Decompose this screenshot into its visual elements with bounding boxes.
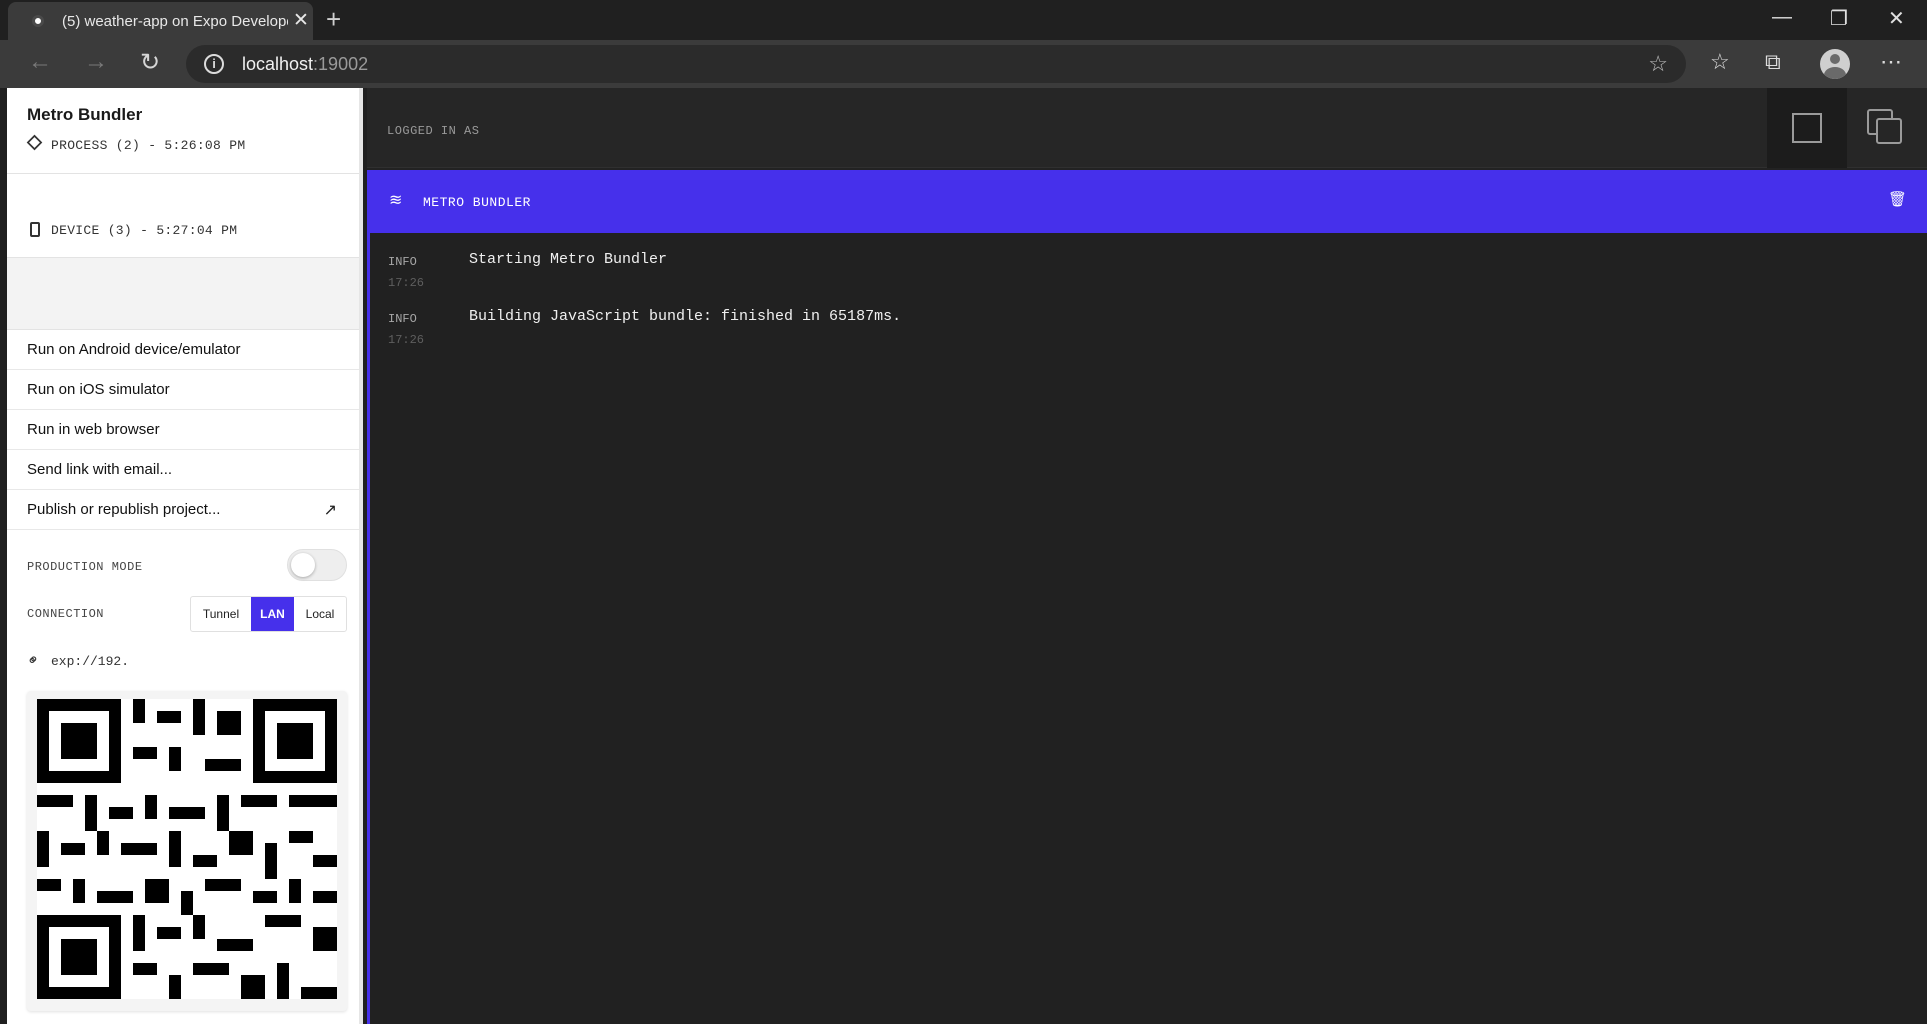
- menu-label: Run on Android device/emulator: [27, 341, 241, 358]
- main-panel: LOGGED IN AS ≋ METRO BUNDLER 🗑 INFO 17:2…: [367, 88, 1927, 1024]
- log-entry: INFO 17:26 Building JavaScript bundle: f…: [370, 302, 1870, 358]
- single-panel-layout-button[interactable]: [1767, 88, 1847, 168]
- link-icon: ⚭: [23, 649, 45, 671]
- log-time: 17:26: [388, 276, 425, 290]
- forward-icon[interactable]: →: [84, 48, 108, 76]
- connection-tunnel-button[interactable]: Tunnel: [191, 597, 251, 631]
- panel-title: METRO BUNDLER: [423, 195, 531, 210]
- layers-icon: ≋: [389, 192, 403, 209]
- tab-title: (5) weather-app on Expo Developer Tools: [62, 13, 288, 30]
- log-message: Starting Metro Bundler: [469, 251, 668, 268]
- send-link-email-button[interactable]: Send link with email...: [7, 450, 359, 490]
- close-window-icon[interactable]: ✕: [1888, 6, 1905, 31]
- menu-label: Publish or republish project...: [27, 501, 221, 518]
- log-entry: INFO 17:26 Starting Metro Bundler: [370, 245, 1870, 301]
- profile-avatar[interactable]: [1820, 49, 1850, 79]
- log-level: INFO: [388, 312, 417, 326]
- browser-toolbar: ← → ↻ i localhost:19002 ☆ ☆ ⧉ ⋯: [0, 40, 1927, 88]
- connection-lan-button[interactable]: LAN: [251, 597, 294, 631]
- qr-code: [37, 699, 337, 999]
- process-title: Metro Bundler: [27, 105, 143, 124]
- qr-code-card: [27, 691, 347, 1011]
- close-tab-icon[interactable]: ✕: [293, 9, 309, 32]
- log-list: INFO 17:26 Starting Metro Bundler INFO 1…: [367, 233, 1927, 1024]
- reload-icon[interactable]: ↻: [140, 48, 160, 77]
- exp-url[interactable]: exp://192.: [51, 654, 129, 669]
- device-item[interactable]: DEVICE (3) - 5:27:04 PM: [7, 174, 359, 258]
- trash-icon[interactable]: 🗑: [1888, 190, 1907, 208]
- package-icon: [26, 134, 43, 151]
- phone-icon: [30, 222, 40, 237]
- restore-icon[interactable]: ❐: [1830, 6, 1848, 31]
- log-time: 17:26: [388, 333, 425, 347]
- main-header: LOGGED IN AS: [367, 88, 1927, 168]
- back-icon[interactable]: ←: [28, 48, 52, 76]
- process-item-metro-bundler[interactable]: Metro Bundler PROCESS (2) - 5:26:08 PM: [7, 88, 359, 174]
- menu-label: Run on iOS simulator: [27, 381, 170, 398]
- new-tab-icon[interactable]: +: [326, 4, 341, 35]
- run-web-button[interactable]: Run in web browser: [7, 410, 359, 450]
- log-message: Building JavaScript bundle: finished in …: [469, 308, 902, 325]
- connection-label: CONNECTION: [27, 607, 105, 621]
- menu-label: Send link with email...: [27, 461, 173, 478]
- process-subtitle: PROCESS (2) - 5:26:08 PM: [51, 138, 246, 153]
- run-android-button[interactable]: Run on Android device/emulator: [7, 330, 359, 370]
- logged-in-label: LOGGED IN AS: [387, 124, 480, 138]
- collections-icon[interactable]: ⧉: [1765, 49, 1781, 75]
- favorites-icon[interactable]: ☆: [1710, 49, 1730, 75]
- log-level: INFO: [388, 255, 417, 269]
- device-subtitle: DEVICE (3) - 5:27:04 PM: [51, 223, 238, 238]
- production-mode-label: PRODUCTION MODE: [27, 560, 143, 574]
- menu-label: Run in web browser: [27, 421, 160, 438]
- split-panel-layout-button[interactable]: [1847, 88, 1927, 168]
- external-link-icon: ↗: [323, 502, 337, 519]
- copy-icon-front: [1876, 118, 1902, 144]
- publish-button[interactable]: Publish or republish project... ↗: [7, 490, 359, 530]
- more-menu-icon[interactable]: ⋯: [1880, 49, 1902, 75]
- browser-tab[interactable]: (5) weather-app on Expo Developer Tools …: [8, 2, 313, 40]
- site-info-icon[interactable]: i: [204, 54, 224, 74]
- log-panel-header: ≋ METRO BUNDLER 🗑: [367, 170, 1927, 233]
- address-bar[interactable]: i localhost:19002 ☆: [186, 45, 1686, 83]
- run-ios-button[interactable]: Run on iOS simulator: [7, 370, 359, 410]
- production-mode-toggle[interactable]: [287, 549, 347, 581]
- connection-selector: Tunnel LAN Local: [190, 596, 347, 632]
- url-text: localhost:19002: [242, 54, 369, 74]
- browser-tab-bar: (5) weather-app on Expo Developer Tools …: [0, 0, 1927, 40]
- expo-favicon-icon: [32, 15, 44, 27]
- sidebar-spacer: [7, 258, 359, 330]
- sidebar: Metro Bundler PROCESS (2) - 5:26:08 PM D…: [7, 88, 363, 1024]
- minimize-icon[interactable]: —: [1772, 6, 1792, 29]
- square-icon: [1792, 113, 1822, 143]
- add-favorite-icon[interactable]: ☆: [1648, 51, 1668, 77]
- connection-local-button[interactable]: Local: [294, 597, 346, 631]
